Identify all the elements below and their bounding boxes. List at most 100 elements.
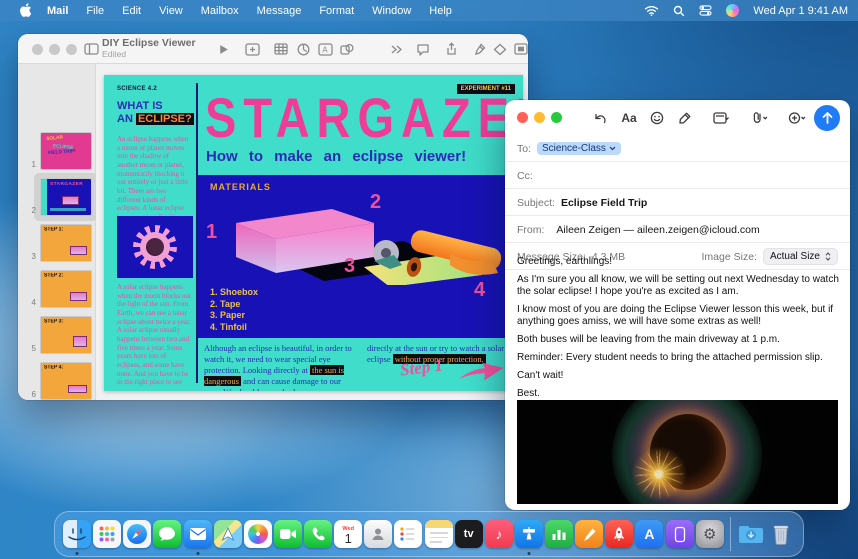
chart-button[interactable]	[294, 40, 312, 58]
materials-list: 1. Shoebox 2. Tape 3. Paper 4. Tinfoil	[210, 287, 258, 334]
markup-pen-icon[interactable]	[675, 109, 695, 127]
zoom-button[interactable]	[66, 44, 77, 55]
dock-launchpad[interactable]	[93, 513, 121, 555]
dock-messages[interactable]	[153, 513, 181, 555]
cc-field[interactable]: Cc:	[505, 163, 850, 189]
music-note-icon: ♪	[495, 526, 502, 542]
siri-icon[interactable]	[726, 4, 739, 17]
what-is-heading: WHAT IS AN ECLIPSE?	[117, 100, 194, 125]
undo-icon[interactable]	[589, 109, 609, 127]
subject-field[interactable]: Subject: Eclipse Field Trip	[505, 190, 850, 216]
add-slide-button[interactable]	[243, 40, 261, 58]
dock-notes[interactable]	[425, 513, 453, 555]
current-slide[interactable]: SCIENCE 4.2 EXPERIMENT #11 WHAT IS AN EC…	[104, 75, 523, 391]
dock-keynote[interactable]	[515, 513, 543, 555]
materials-box: MATERIALS	[198, 175, 523, 338]
dock-system-settings[interactable]: ⚙	[696, 513, 724, 555]
menu-format[interactable]: Format	[319, 5, 354, 17]
recipient-token[interactable]: Science-Class	[537, 142, 621, 155]
more-toolbar-icon[interactable]	[386, 40, 404, 58]
menu-mail[interactable]: Mail	[47, 5, 68, 17]
dock-numbers[interactable]	[545, 513, 573, 555]
wifi-icon[interactable]	[644, 5, 659, 16]
slide-number: 2	[26, 206, 36, 215]
step-1-annotation: Step 1	[399, 355, 444, 380]
from-field[interactable]: From: Aileen Zeigen — aileen.zeigen@iclo…	[505, 217, 850, 243]
menu-bar-clock[interactable]: Wed Apr 1 9:41 AM	[753, 5, 848, 17]
attach-file-button[interactable]	[743, 109, 775, 127]
dock-reminders[interactable]	[394, 513, 422, 555]
dock-phone[interactable]	[304, 513, 332, 555]
dock-trash[interactable]	[767, 513, 795, 555]
dock-safari[interactable]	[123, 513, 151, 555]
dock-contacts[interactable]	[364, 513, 392, 555]
message-body[interactable]: Greetings, earthlings! As I'm sure you a…	[517, 256, 839, 396]
dock-photos[interactable]	[244, 513, 272, 555]
menu-window[interactable]: Window	[372, 5, 411, 17]
dock-rocket[interactable]	[605, 513, 633, 555]
dock-tv[interactable]: tv	[455, 513, 483, 555]
slide-thumbnail-6[interactable]: STEP 4:	[40, 362, 92, 400]
mail-compose-window[interactable]: Aa To: Science-Class	[505, 100, 850, 510]
minimize-button[interactable]	[534, 112, 545, 123]
body-paragraph: I know most of you are doing the Eclipse…	[517, 304, 839, 328]
minimize-button[interactable]	[49, 44, 60, 55]
animate-icon[interactable]	[491, 40, 509, 58]
apple-menu-icon[interactable]	[18, 3, 31, 18]
dock-maps[interactable]	[214, 513, 242, 555]
dock-music[interactable]: ♪	[485, 513, 513, 555]
document-settings-icon[interactable]	[512, 40, 528, 58]
send-button[interactable]	[814, 105, 840, 131]
dock-mail[interactable]	[184, 513, 212, 555]
app-store-icon: A	[644, 526, 654, 542]
font-format-button[interactable]: Aa	[619, 109, 639, 127]
close-button[interactable]	[32, 44, 43, 55]
dock-pages[interactable]	[575, 513, 603, 555]
slide-thumbnail-5[interactable]: STEP 3:	[40, 316, 92, 354]
cc-label: Cc:	[517, 170, 533, 182]
eclipse-photo-attachment[interactable]	[517, 400, 838, 504]
zoom-button[interactable]	[551, 112, 562, 123]
svg-text:A: A	[322, 45, 328, 54]
science-tag: SCIENCE 4.2	[117, 86, 157, 92]
menu-message[interactable]: Message	[257, 5, 302, 17]
to-field[interactable]: To: Science-Class	[505, 136, 850, 162]
gear-icon: ⚙	[703, 525, 716, 543]
close-button[interactable]	[517, 112, 528, 123]
menu-help[interactable]: Help	[429, 5, 452, 17]
slide-navigator: 1 SOLAR ECLIPSE FIELD TRIP! 2 STARGAZER …	[18, 64, 96, 400]
slide-thumbnail-1[interactable]: SOLAR ECLIPSE FIELD TRIP!	[40, 132, 92, 170]
mail-icon	[189, 527, 207, 541]
comment-button[interactable]	[414, 40, 432, 58]
menu-file[interactable]: File	[86, 5, 104, 17]
emoji-button[interactable]	[647, 109, 667, 127]
slide-thumbnail-4[interactable]: STEP 2:	[40, 270, 92, 308]
shapes-button[interactable]	[338, 40, 356, 58]
chevron-down-icon	[609, 146, 616, 151]
menu-mailbox[interactable]: Mailbox	[201, 5, 239, 17]
dock-facetime[interactable]	[274, 513, 302, 555]
format-brush-icon[interactable]	[470, 40, 488, 58]
dock-finder[interactable]	[63, 513, 91, 555]
table-button[interactable]	[272, 40, 290, 58]
menu-view[interactable]: View	[159, 5, 183, 17]
body-paragraph: Greetings, earthlings!	[517, 256, 839, 268]
sidebar-toggle-icon[interactable]	[82, 40, 100, 58]
subject-value: Eclipse Field Trip	[561, 197, 647, 209]
text-button[interactable]: A	[316, 40, 334, 58]
dock-app-store[interactable]: A	[635, 513, 663, 555]
insert-photo-button[interactable]	[781, 109, 813, 127]
control-center-icon[interactable]	[699, 5, 712, 16]
dock-iphone-mirroring[interactable]	[666, 513, 694, 555]
header-fields-button[interactable]	[705, 109, 737, 127]
menu-edit[interactable]: Edit	[122, 5, 141, 17]
slide-thumbnail-2[interactable]: STARGAZER	[40, 178, 92, 216]
slide-thumbnail-3[interactable]: STEP 1:	[40, 224, 92, 262]
dock-downloads[interactable]	[737, 513, 765, 555]
keynote-window[interactable]: DIY Eclipse Viewer Edited A 1 SOLAR ECLI…	[18, 34, 528, 400]
play-button[interactable]	[214, 40, 232, 58]
thumb2-label: STARGAZER	[50, 182, 83, 187]
share-button[interactable]	[442, 40, 460, 58]
spotlight-icon[interactable]	[673, 5, 685, 17]
dock-calendar[interactable]: Wed 1	[334, 513, 362, 555]
